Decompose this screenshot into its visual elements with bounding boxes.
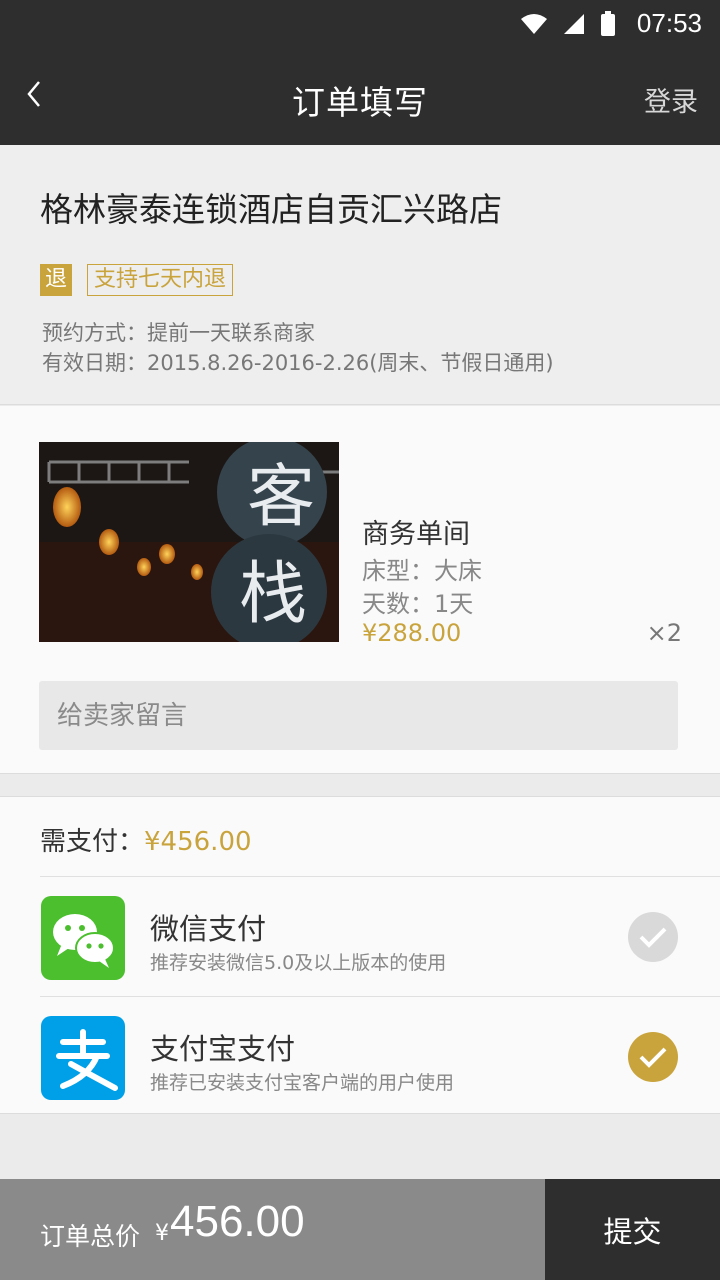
order-total-currency: ¥ <box>155 1221 169 1246</box>
refund-badge: 退 <box>40 264 72 296</box>
sign-char-1: 客 <box>247 458 315 537</box>
amount-due-label: 需支付： <box>40 827 145 857</box>
order-total-label: 订单总价 <box>40 1222 141 1251</box>
alipay-checkbox[interactable] <box>628 1032 678 1082</box>
status-bar: 07:53 <box>0 0 720 48</box>
unit-price: ¥288.00 <box>362 619 462 647</box>
alipay-icon <box>41 1016 125 1100</box>
wechat-icon <box>41 896 125 980</box>
refund-policy-tag: 支持七天内退 <box>87 264 234 296</box>
nav-bar: 订单填写 登录 <box>0 48 720 145</box>
page-title: 订单填写 <box>292 83 428 122</box>
payment-option-alipay[interactable]: 支付宝支付 推荐已安装支付宝客户端的用户使用 <box>0 998 720 1116</box>
checkmark-icon <box>639 927 667 948</box>
battery-icon <box>601 11 615 36</box>
amount-due-value: ¥456.00 <box>144 827 252 857</box>
wechat-pay-title: 微信支付 <box>150 912 267 946</box>
order-total-value: 456.00 <box>170 1197 305 1246</box>
quantity: ×2 <box>646 619 682 647</box>
hotel-info-section: 格林豪泰连锁酒店自贡汇兴路店 退 支持七天内退 预约方式：提前一天联系商家 有效… <box>0 145 720 405</box>
divider <box>40 876 720 877</box>
payment-section: 需支付：¥456.00 微信支付 推荐安装微信5.0及以上版本的使用 支付宝支付… <box>0 796 720 1114</box>
valid-period: 有效日期：2015.8.26-2016-2.26(周末、节假日通用) <box>42 351 554 375</box>
wifi-icon <box>521 14 547 34</box>
room-type: 商务单间 <box>362 519 470 550</box>
bottom-bar: 订单总价 ¥ 456.00 提交 <box>0 1179 720 1280</box>
product-section: 客 栈 商务单间 床型：大床 天数：1天 ¥288.00 ×2 <box>0 406 720 774</box>
alipay-subtitle: 推荐已安装支付宝客户端的用户使用 <box>150 1072 455 1094</box>
wechat-pay-subtitle: 推荐安装微信5.0及以上版本的使用 <box>150 952 447 974</box>
status-time: 07:53 <box>636 8 702 38</box>
bed-type: 床型：大床 <box>362 557 482 585</box>
wechat-pay-checkbox[interactable] <box>628 912 678 962</box>
payment-option-wechat[interactable]: 微信支付 推荐安装微信5.0及以上版本的使用 <box>0 878 720 996</box>
status-icons <box>520 10 616 38</box>
order-total: 订单总价 ¥ 456.00 <box>0 1179 545 1280</box>
sign-char-2: 栈 <box>239 555 307 634</box>
amount-due: 需支付：¥456.00 <box>40 821 252 858</box>
room-image: 客 栈 <box>39 442 339 642</box>
alipay-title: 支付宝支付 <box>150 1032 296 1066</box>
seller-message-input[interactable] <box>39 681 678 750</box>
stay-days: 天数：1天 <box>362 590 474 618</box>
login-button[interactable]: 登录 <box>644 80 698 119</box>
signal-icon <box>564 14 584 34</box>
booking-method: 预约方式：提前一天联系商家 <box>42 321 315 345</box>
checkmark-icon <box>639 1047 667 1068</box>
hotel-name: 格林豪泰连锁酒店自贡汇兴路店 <box>40 190 502 229</box>
divider <box>40 996 720 997</box>
submit-button[interactable]: 提交 <box>545 1179 720 1280</box>
